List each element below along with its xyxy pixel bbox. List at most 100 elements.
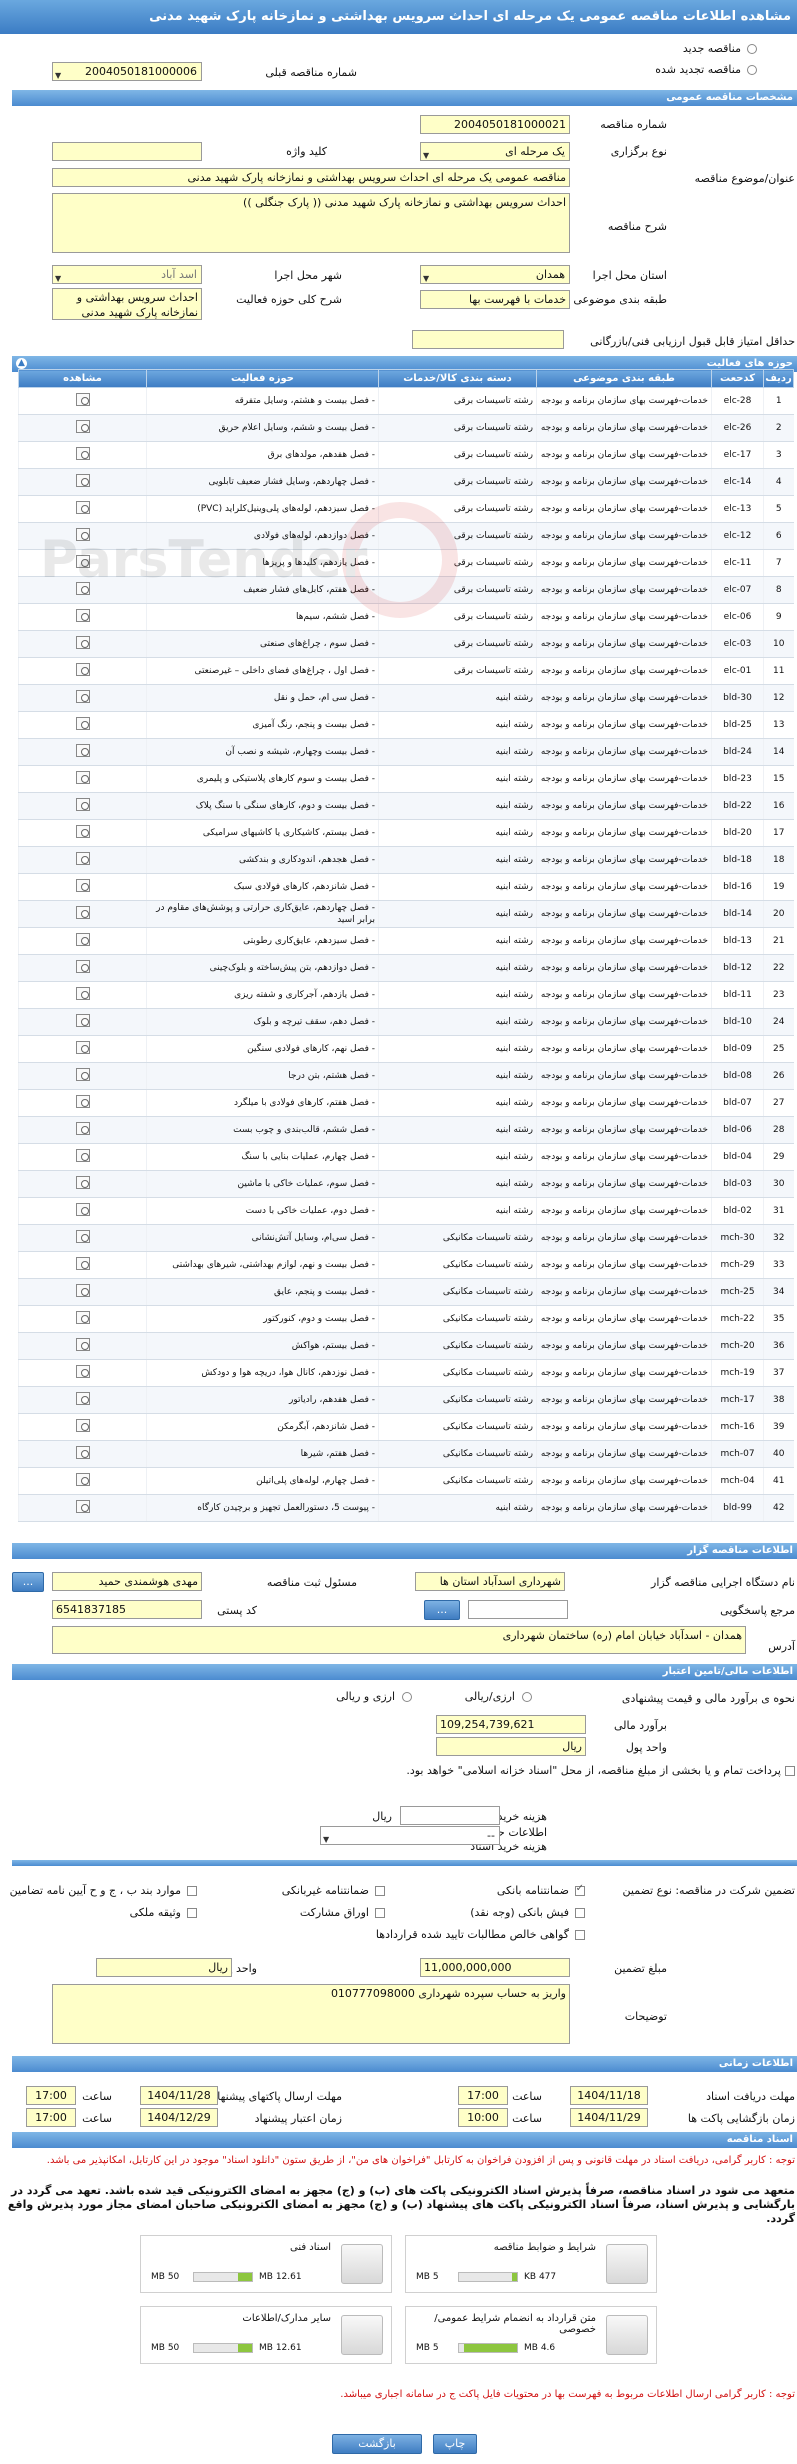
- scope-field[interactable]: احداث سرویس بهداشتی و نمازخانه پارک شهید…: [52, 288, 202, 320]
- view-document-icon[interactable]: [73, 716, 93, 730]
- view-document-icon[interactable]: [73, 581, 93, 595]
- view-document-icon[interactable]: [73, 527, 93, 541]
- document-card[interactable]: شرایط و ضوابط مناقصه 5 MB 477 KB: [405, 2235, 657, 2293]
- view-document-icon[interactable]: [73, 1202, 93, 1216]
- reference-field[interactable]: [468, 1600, 568, 1619]
- view-document-icon[interactable]: [73, 662, 93, 676]
- get-docs-time[interactable]: 17:00: [458, 2086, 508, 2105]
- view-document-icon[interactable]: [73, 797, 93, 811]
- view-document-icon[interactable]: [73, 1499, 93, 1513]
- view-document-icon[interactable]: [73, 743, 93, 757]
- view-document-icon[interactable]: [73, 446, 93, 460]
- view-document-icon[interactable]: [73, 1040, 93, 1054]
- view-document-icon[interactable]: [73, 554, 93, 568]
- valid-time[interactable]: 17:00: [26, 2108, 76, 2127]
- view-document-icon[interactable]: [73, 1418, 93, 1432]
- view-document-icon[interactable]: [73, 1337, 93, 1351]
- view-document-icon[interactable]: [73, 1391, 93, 1405]
- send-time[interactable]: 17:00: [26, 2086, 76, 2105]
- guarantee-option-checkbox[interactable]: [187, 1908, 197, 1918]
- view-document-icon[interactable]: [73, 473, 93, 487]
- view-document-icon[interactable]: [73, 905, 93, 919]
- view-document-icon[interactable]: [73, 608, 93, 622]
- open-time[interactable]: 10:00: [458, 2108, 508, 2127]
- view-document-icon[interactable]: [73, 419, 93, 433]
- view-document-icon[interactable]: [73, 770, 93, 784]
- description-field[interactable]: احداث سرویس بهداشتی و نمازخانه پارک شهید…: [52, 193, 570, 253]
- view-document-icon[interactable]: [73, 986, 93, 1000]
- province-select[interactable]: همدان ▼: [420, 265, 570, 284]
- collapse-icon[interactable]: ▲: [16, 358, 27, 369]
- view-document-icon[interactable]: [73, 1256, 93, 1270]
- doc-cost-field[interactable]: [400, 1806, 500, 1825]
- address-field[interactable]: همدان - اسدآباد خیابان امام (ره) ساختمان…: [52, 1626, 746, 1654]
- view-document-icon[interactable]: [73, 635, 93, 649]
- view-document-icon[interactable]: [73, 1310, 93, 1324]
- valid-date[interactable]: 1404/12/29: [140, 2108, 218, 2127]
- guarantee-unit-field[interactable]: ریال: [96, 1958, 232, 1977]
- treasury-checkbox[interactable]: [785, 1766, 795, 1776]
- view-document-icon[interactable]: [73, 1148, 93, 1162]
- view-document-icon[interactable]: [73, 1445, 93, 1459]
- view-document-icon[interactable]: [73, 824, 93, 838]
- document-card[interactable]: سایر مدارک/اطلاعات 50 MB 12.61 MB: [140, 2306, 392, 2364]
- postal-field[interactable]: 6541837185: [52, 1600, 202, 1619]
- view-document-icon[interactable]: [73, 878, 93, 892]
- col-field[interactable]: حوزه فعالیت: [146, 369, 379, 388]
- prev-number-select[interactable]: 2004050181000006 ▼: [52, 62, 202, 81]
- view-document-icon[interactable]: [73, 500, 93, 514]
- org-name-field[interactable]: شهرداری اسدآباد استان ها: [415, 1572, 565, 1591]
- view-document-icon[interactable]: [73, 1364, 93, 1378]
- account-select[interactable]: -- ▼: [320, 1826, 500, 1845]
- guarantee-amount-field[interactable]: 11,000,000,000: [420, 1958, 570, 1977]
- print-button[interactable]: چاپ: [433, 2434, 477, 2454]
- col-code[interactable]: کدحعت: [711, 369, 764, 388]
- city-select[interactable]: اسد آباد ▼: [52, 265, 202, 284]
- estimate-field[interactable]: 109,254,739,621: [436, 1715, 586, 1734]
- view-document-icon[interactable]: [73, 1229, 93, 1243]
- view-document-icon[interactable]: [73, 392, 93, 406]
- document-card[interactable]: متن قرارداد به انضمام شرایط عمومی/خصوصی 5…: [405, 2306, 657, 2364]
- view-document-icon[interactable]: [73, 959, 93, 973]
- keyword-field[interactable]: [52, 142, 202, 161]
- back-button[interactable]: بازگشت: [332, 2434, 422, 2454]
- view-document-icon[interactable]: [73, 1094, 93, 1108]
- category-field[interactable]: خدمات با فهرست بها: [420, 290, 570, 309]
- view-document-icon[interactable]: [73, 1175, 93, 1189]
- responsible-field[interactable]: مهدی هوشمندی حمید: [52, 1572, 202, 1591]
- min-score-field[interactable]: [412, 330, 564, 349]
- view-document-icon[interactable]: [73, 1121, 93, 1135]
- col-goods[interactable]: دسته بندی کالا/خدمات: [378, 369, 537, 388]
- rial-radio[interactable]: [522, 1692, 532, 1702]
- col-category[interactable]: طبقه بندی موضوعی: [536, 369, 712, 388]
- document-card[interactable]: اسناد فنی 50 MB 12.61 MB: [140, 2235, 392, 2293]
- responsible-more-button[interactable]: ...: [12, 1572, 44, 1592]
- new-tender-radio[interactable]: [747, 44, 757, 54]
- guarantee-option-checkbox[interactable]: [575, 1883, 585, 1896]
- guarantee-option-checkbox[interactable]: [575, 1908, 585, 1918]
- guarantee-option-checkbox[interactable]: [187, 1886, 197, 1896]
- view-document-icon[interactable]: [73, 1472, 93, 1486]
- reference-select-button[interactable]: ...: [424, 1600, 460, 1620]
- view-document-icon[interactable]: [73, 851, 93, 865]
- get-docs-date[interactable]: 1404/11/18: [570, 2086, 648, 2105]
- tender-number-field[interactable]: 2004050181000021: [420, 115, 570, 134]
- open-date[interactable]: 1404/11/29: [570, 2108, 648, 2127]
- guarantee-note-field[interactable]: واریز به حساب سپرده شهرداری 010777098000: [52, 1984, 570, 2044]
- view-document-icon[interactable]: [73, 1283, 93, 1297]
- currency-field[interactable]: ریال: [436, 1737, 586, 1756]
- type-select[interactable]: یک مرحله ای ▼: [420, 142, 570, 161]
- view-document-icon[interactable]: [73, 932, 93, 946]
- guarantee-option-checkbox[interactable]: [375, 1886, 385, 1896]
- guarantee-option-checkbox[interactable]: [375, 1908, 385, 1918]
- renewed-tender-radio[interactable]: [747, 65, 757, 75]
- col-view[interactable]: مشاهده: [18, 369, 147, 388]
- view-document-icon[interactable]: [73, 1013, 93, 1027]
- view-document-icon[interactable]: [73, 689, 93, 703]
- guarantee-option-checkbox[interactable]: [575, 1930, 585, 1940]
- subject-field[interactable]: مناقصه عمومی یک مرحله ای احداث سرویس بهد…: [52, 168, 570, 187]
- fx-radio[interactable]: [402, 1692, 412, 1702]
- view-document-icon[interactable]: [73, 1067, 93, 1081]
- send-date[interactable]: 1404/11/28: [140, 2086, 218, 2105]
- col-row[interactable]: ردیف: [763, 369, 794, 388]
